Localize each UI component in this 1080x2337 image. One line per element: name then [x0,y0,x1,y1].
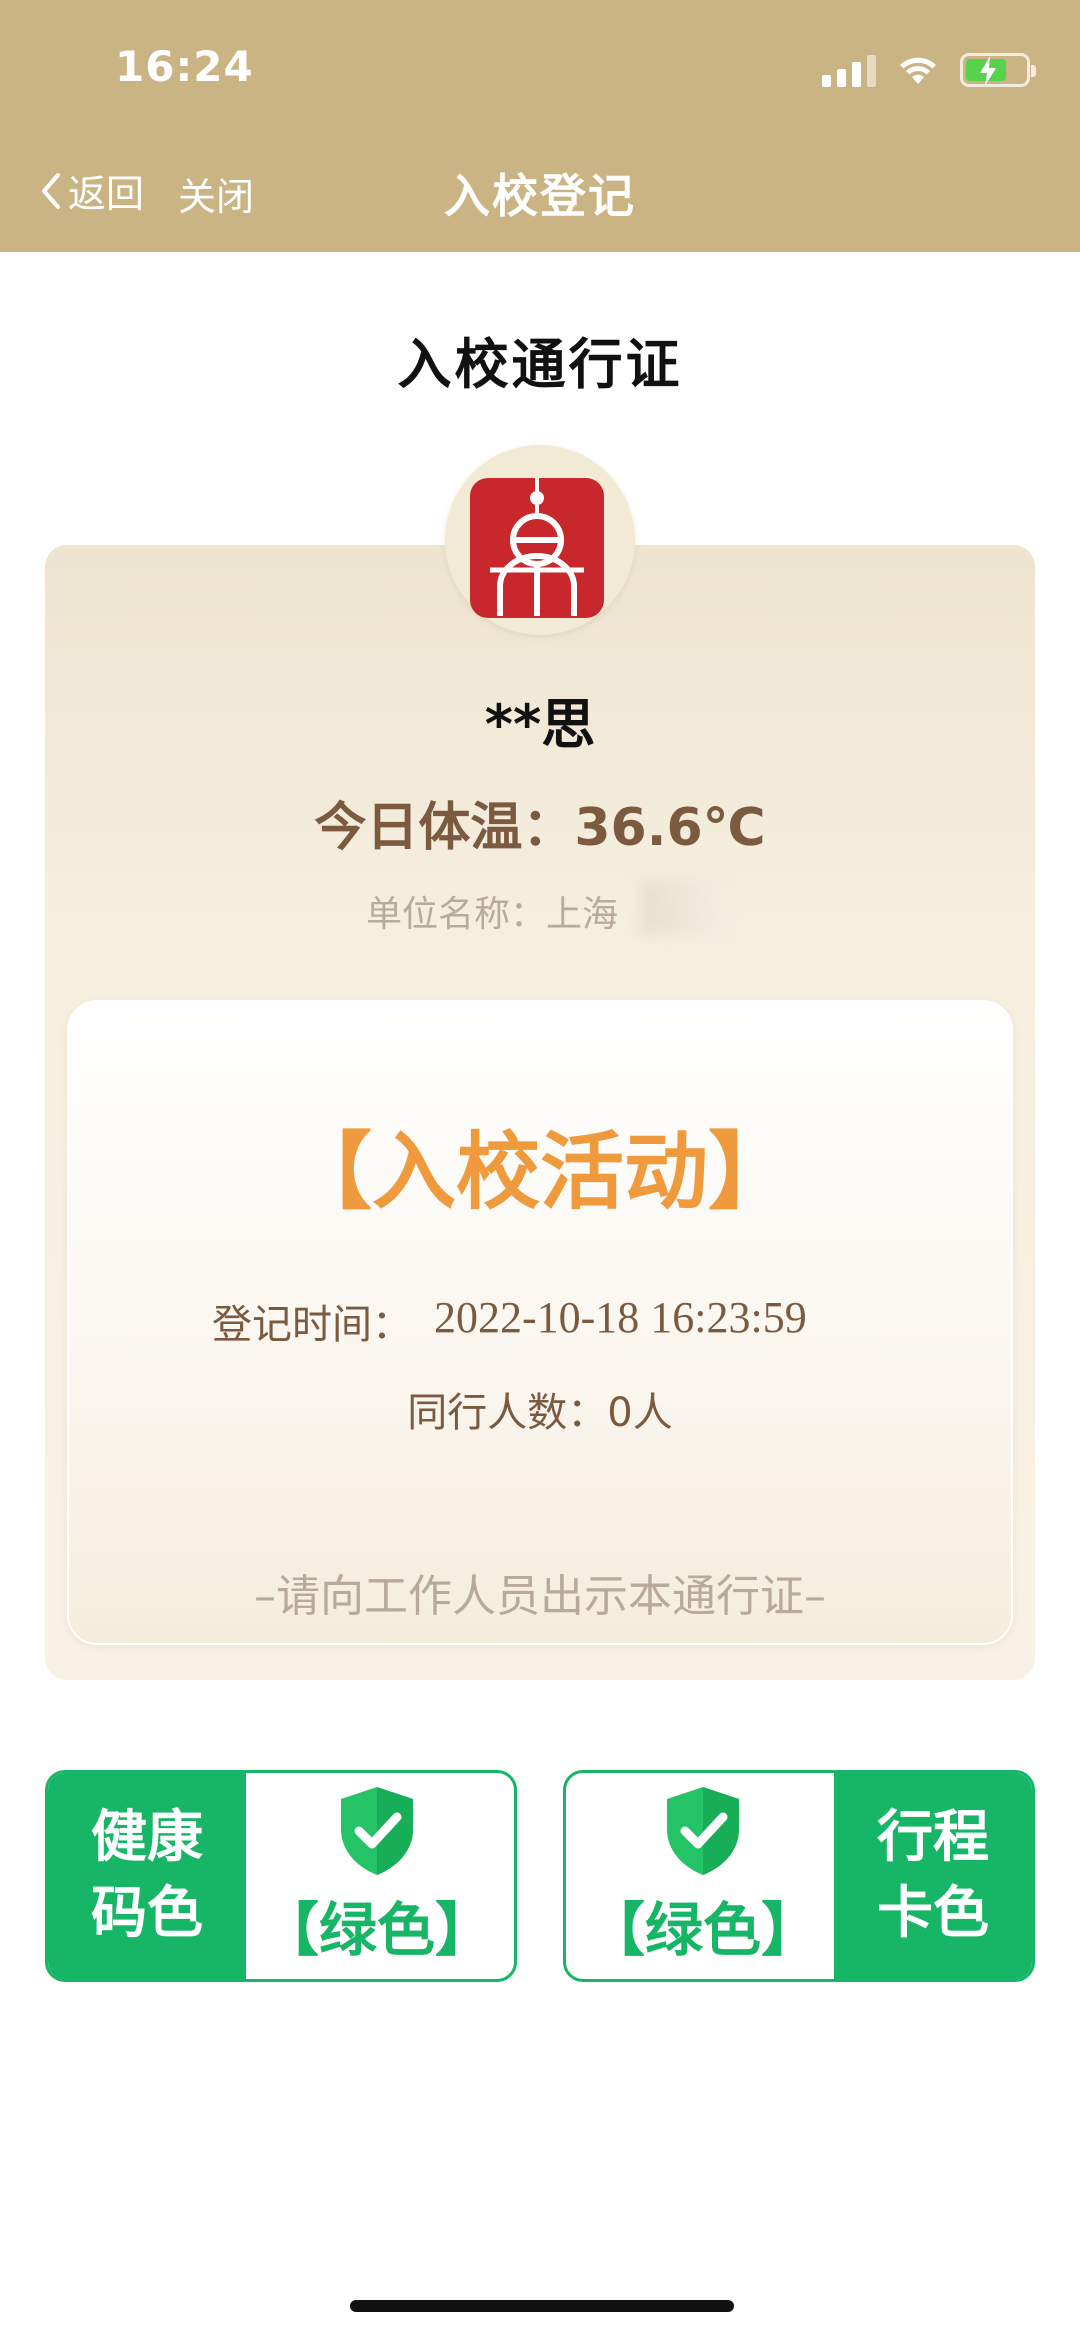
page-title: 入校通行证 [397,333,683,396]
top-header: 16:24 返回 关闭 入校登记 [0,0,1080,252]
travel-card-color: 【绿色】 [586,1896,819,1964]
health-code-status: 【绿色】 [240,1773,514,1979]
travel-card-label: 行程 卡色 [834,1773,1032,1979]
companion-count: 同行人数：0人 [407,1390,673,1436]
health-code-label: 健康 码色 [48,1773,246,1979]
school-logo-icon [470,478,604,618]
wifi-icon [900,57,936,84]
show-pass-hint: –请向工作人员出示本通行证– [254,1571,826,1622]
register-time: 登记时间： 2022-10-18 16:23:59 [212,1292,807,1350]
battery-icon [960,53,1036,87]
status-time: 16:24 [115,42,254,91]
nav-title: 入校登记 [444,169,636,223]
unit-name: 单位名称：上海 [366,894,619,935]
activity-title: 【入校活动】 [287,1123,792,1221]
travel-card-status: 【绿色】 [566,1773,840,1979]
status-icons [822,50,1036,90]
person-name: **思 [484,693,596,756]
register-time-label: 登记时间： [212,1302,412,1348]
register-time-value: 2022-10-18 16:23:59 [434,1293,807,1342]
signal-icon [822,53,876,87]
travel-card-badge[interactable]: 【绿色】 行程 卡色 [563,1770,1035,1982]
home-indicator[interactable] [350,2300,734,2312]
blur-mask [640,880,730,935]
health-code-badge[interactable]: 健康 码色 【绿色】 [45,1770,517,1982]
health-code-color: 【绿色】 [260,1896,493,1964]
shield-check-icon [341,1787,413,1875]
shield-check-icon [667,1787,739,1875]
temperature: 今日体温：36.6℃ [314,798,766,858]
